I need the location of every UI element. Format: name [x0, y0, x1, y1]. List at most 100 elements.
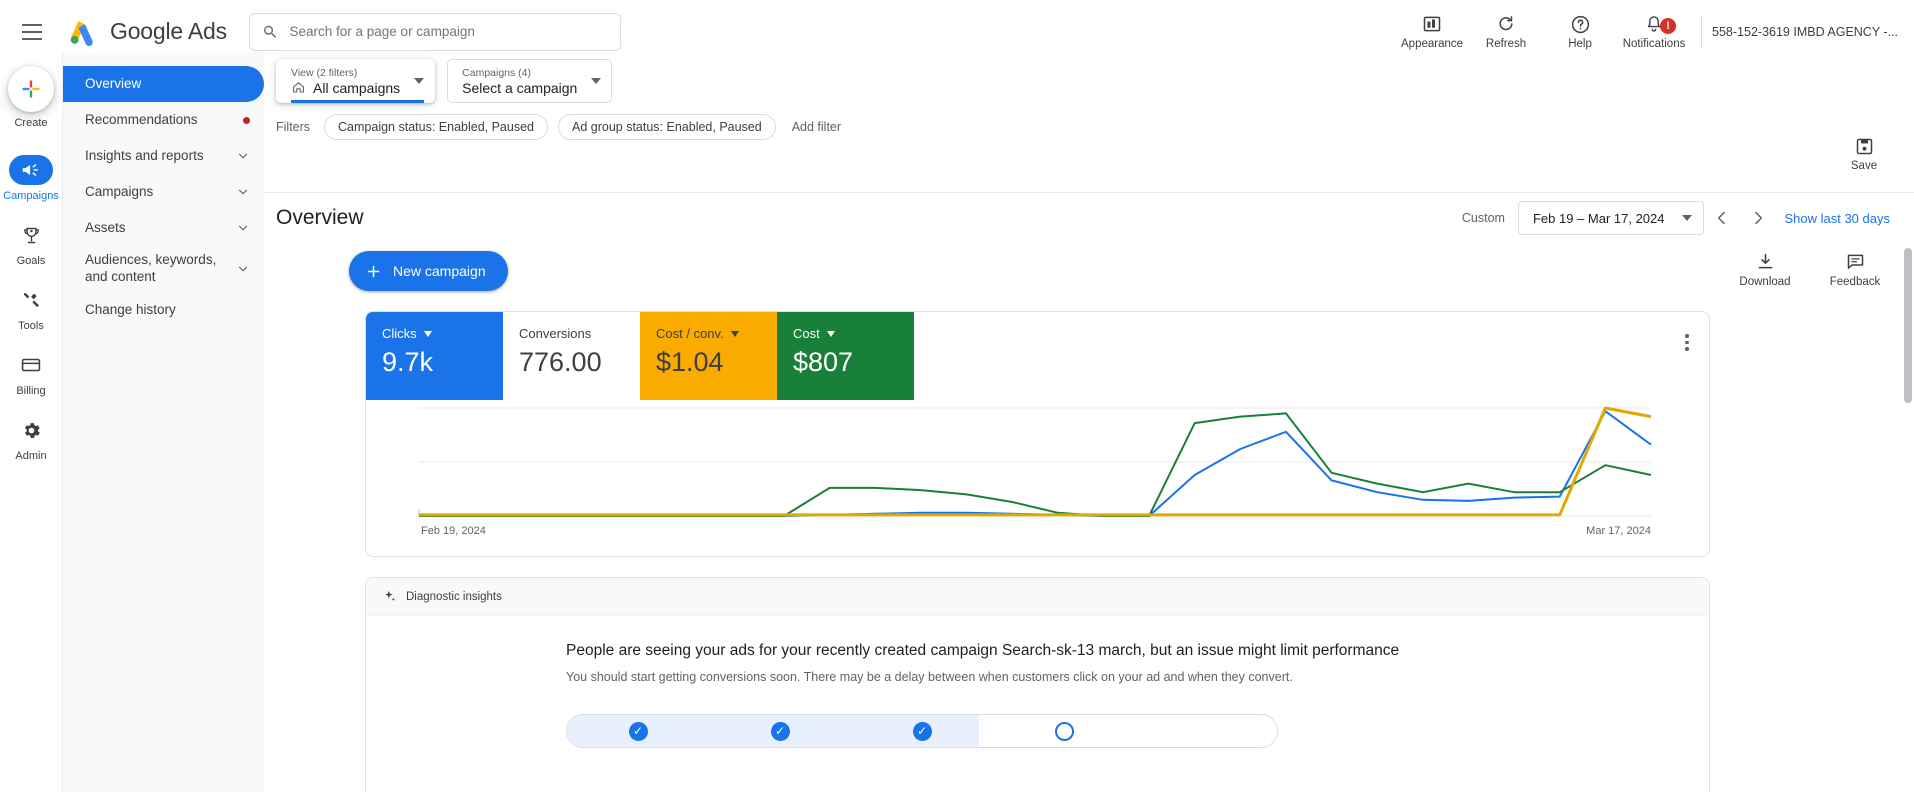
help-button[interactable]: Help — [1543, 13, 1617, 50]
chevron-down-icon — [238, 225, 248, 231]
sidebar-label-overview: Overview — [85, 75, 142, 91]
check-circle-icon: ✓ — [912, 721, 932, 741]
add-filter-button[interactable]: Add filter — [786, 120, 847, 134]
chevron-down-icon[interactable] — [826, 330, 835, 337]
rail-label-goals: Goals — [16, 255, 46, 267]
rail-item-admin[interactable]: Admin — [0, 406, 62, 471]
chevron-down-icon[interactable] — [423, 330, 432, 337]
global-search-box[interactable] — [248, 12, 621, 51]
chevron-left-icon — [1718, 211, 1726, 225]
rail-label-campaigns: Campaigns — [3, 190, 59, 202]
sidebar-item-recommendations[interactable]: Recommendations — [63, 102, 264, 138]
view-selector-caption: View (2 filters) — [291, 66, 358, 79]
progress-step-4[interactable] — [993, 721, 1135, 741]
rail-label-billing: Billing — [16, 385, 46, 397]
download-label: Download — [1739, 276, 1791, 288]
scorecard-cost-per-conversion-value: $1.04 — [656, 347, 724, 377]
progress-step-1[interactable]: ✓ — [567, 721, 709, 741]
vertical-scrollbar[interactable] — [1904, 248, 1912, 403]
brand-logo-area[interactable]: Google Ads — [66, 15, 227, 49]
notifications-button[interactable]: ! Notifications — [1617, 13, 1691, 50]
next-period-button[interactable] — [1740, 200, 1776, 236]
sidebar-item-overview[interactable]: Overview — [63, 66, 264, 102]
diagnostic-insights-header: Diagnostic insights — [366, 578, 1709, 616]
sparkle-icon — [385, 590, 395, 601]
scorecard-cost-per-conversion[interactable]: Cost / conv. $1.04 — [640, 312, 777, 400]
scorecard-cost-value: $807 — [793, 347, 854, 377]
diagnostic-progress-steps: ✓ ✓ ✓ — [566, 714, 1278, 748]
sidebar-item-assets[interactable]: Assets — [63, 210, 264, 246]
progress-step-3[interactable]: ✓ — [851, 721, 993, 741]
scorecard-strip: Clicks 9.7k Conversions 776.00 Cost / co… — [366, 312, 1709, 400]
new-campaign-button[interactable]: New campaign — [349, 251, 508, 291]
performance-chart: Feb 19, 2024 Mar 17, 2024 — [366, 400, 1709, 556]
scorecard-cost-label: Cost — [793, 326, 820, 341]
filter-chip-campaign-status[interactable]: Campaign status: Enabled, Paused — [324, 114, 548, 140]
download-icon — [1758, 253, 1772, 269]
account-selector[interactable]: 558-152-3619 IMBD AGENCY -... — [1712, 25, 1898, 39]
sidebar-item-audiences-keywords-and-content[interactable]: Audiences, keywords, and content — [63, 246, 264, 292]
sidebar-label-audiences-keywords-and-content: Audiences, keywords, and content — [85, 252, 217, 284]
diagnostic-title: People are seeing your ads for your rece… — [566, 642, 1400, 659]
rail-item-goals[interactable]: Goals — [0, 211, 62, 276]
show-last-30-days-link[interactable]: Show last 30 days — [1784, 211, 1890, 226]
scorecard-conversions[interactable]: Conversions 776.00 — [503, 312, 640, 400]
date-range-controls: Custom Feb 19 – Mar 17, 2024 Show last 3… — [1462, 200, 1890, 236]
sidebar-item-insights-and-reports[interactable]: Insights and reports — [63, 138, 264, 174]
performance-card: Clicks 9.7k Conversions 776.00 Cost / co… — [365, 311, 1710, 557]
sidebar-label-change-history: Change history — [85, 301, 176, 317]
filters-row: Filters Campaign status: Enabled, Paused… — [264, 110, 1914, 144]
create-fab[interactable] — [8, 66, 54, 112]
refresh-button[interactable]: Refresh — [1469, 13, 1543, 50]
rail-item-tools[interactable]: Tools — [0, 276, 62, 341]
rail-label-tools: Tools — [18, 320, 44, 332]
new-campaign-label: New campaign — [393, 263, 486, 279]
chart-x-axis-start-label: Feb 19, 2024 — [421, 525, 486, 537]
main-content: View (2 filters) All campaigns Campaigns… — [264, 52, 1914, 792]
filter-chip-ad-group-status[interactable]: Ad group status: Enabled, Paused — [558, 114, 776, 140]
overview-content: New campaign Download Feedback Clicks 9.… — [264, 243, 1914, 792]
view-selector-value-row: All campaigns — [291, 80, 400, 96]
sidebar-item-change-history[interactable]: Change history — [63, 292, 264, 328]
search-input[interactable] — [289, 24, 608, 39]
scorecard-clicks[interactable]: Clicks 9.7k — [366, 312, 503, 400]
home-icon — [292, 82, 305, 93]
sidebar-item-campaigns[interactable]: Campaigns — [63, 174, 264, 210]
scorecard-conversions-value: 776.00 — [519, 347, 602, 377]
previous-period-button[interactable] — [1704, 200, 1740, 236]
progress-step-2[interactable]: ✓ — [709, 721, 851, 741]
date-range-selector[interactable]: Feb 19 – Mar 17, 2024 — [1517, 201, 1705, 235]
rail-item-billing[interactable]: Billing — [0, 341, 62, 406]
sidebar-label-recommendations: Recommendations — [85, 111, 198, 127]
save-view-button[interactable]: Save — [1836, 136, 1892, 172]
trophy-icon — [9, 220, 53, 250]
primary-navigation-rail: Create Campaigns Goals Tools Billing Adm… — [0, 52, 62, 792]
chevron-down-icon[interactable] — [730, 330, 739, 337]
hamburger-menu-icon[interactable] — [8, 8, 56, 56]
chevron-down-icon — [238, 189, 248, 195]
scorecard-clicks-value: 9.7k — [382, 347, 434, 377]
chevron-down-icon — [414, 78, 425, 84]
date-range-value: Feb 19 – Mar 17, 2024 — [1532, 210, 1665, 226]
refresh-icon — [1496, 13, 1516, 35]
tools-icon — [9, 285, 53, 315]
rail-item-campaigns[interactable]: Campaigns — [0, 146, 62, 211]
scorecard-cost-per-conversion-label: Cost / conv. — [656, 326, 724, 341]
help-icon — [1570, 13, 1591, 35]
download-button[interactable]: Download — [1734, 251, 1796, 288]
diagnostic-insights-label: Diagnostic insights — [406, 590, 502, 603]
campaign-selector[interactable]: Campaigns (4) Select a campaign — [447, 59, 613, 103]
create-label: Create — [14, 117, 48, 129]
appearance-button[interactable]: Appearance — [1395, 13, 1469, 50]
chevron-down-icon — [238, 153, 248, 159]
new-campaign-row: New campaign Download Feedback — [264, 243, 1914, 291]
performance-card-menu-button[interactable] — [1675, 334, 1699, 351]
chevron-down-icon — [591, 78, 602, 84]
create-button[interactable]: Create — [0, 62, 62, 138]
view-selector[interactable]: View (2 filters) All campaigns — [276, 59, 436, 103]
rail-label-admin: Admin — [15, 450, 47, 462]
megaphone-icon — [9, 155, 53, 185]
scorecard-cost[interactable]: Cost $807 — [777, 312, 914, 400]
feedback-button[interactable]: Feedback — [1824, 251, 1886, 288]
check-circle-icon: ✓ — [770, 721, 790, 741]
